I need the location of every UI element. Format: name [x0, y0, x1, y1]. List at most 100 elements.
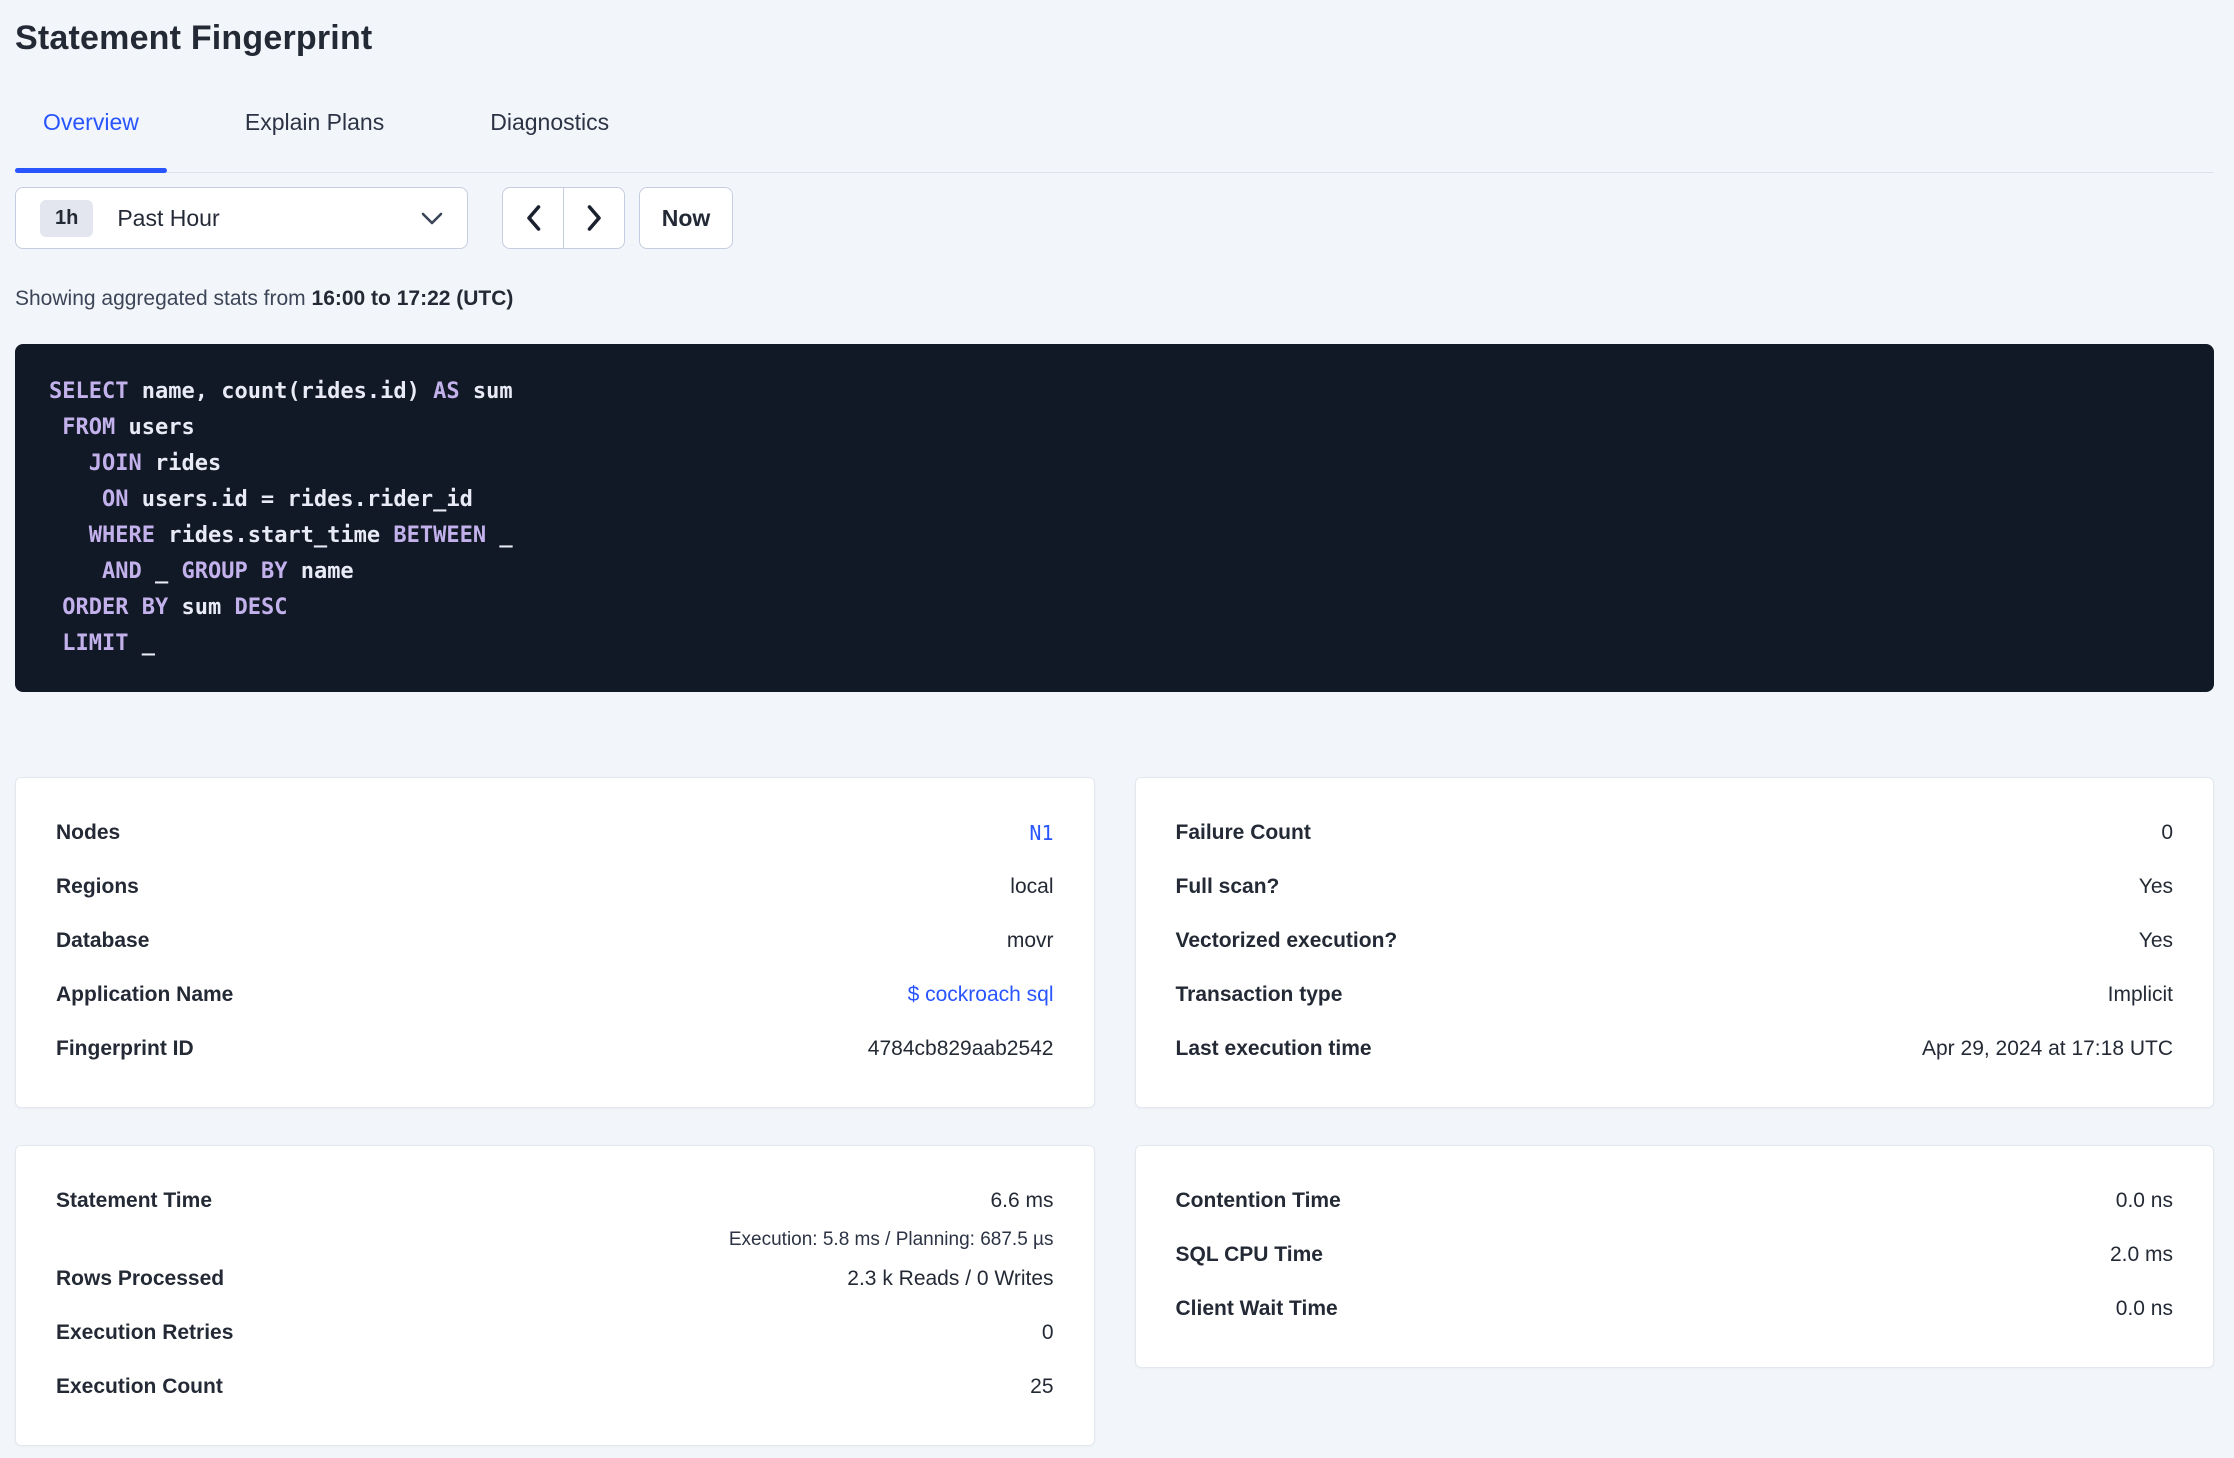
sql-keyword: JOIN: [88, 451, 142, 476]
sql-text: users.id = rides.rider_id: [128, 487, 473, 512]
stat-row: Transaction type Implicit: [1176, 968, 2174, 1022]
stat-label: Nodes: [56, 821, 121, 844]
stat-label: Fingerprint ID: [56, 1037, 194, 1060]
stat-value: 25: [1030, 1375, 1054, 1398]
stat-row: Fingerprint ID 4784cb829aab2542: [56, 1022, 1054, 1076]
stat-label: Execution Count: [56, 1375, 223, 1398]
page-title: Statement Fingerprint: [15, 19, 373, 57]
stat-value-link[interactable]: N1: [1029, 821, 1053, 845]
stat-row: Nodes N1: [56, 806, 1054, 860]
sql-keyword: GROUP BY: [181, 559, 288, 584]
sql-text: name, count(rides.id): [128, 379, 434, 404]
sql-keyword: BETWEEN: [393, 523, 487, 548]
stat-value: 6.6 ms: [990, 1189, 1054, 1212]
stat-label: Database: [56, 929, 150, 952]
stat-label: Failure Count: [1175, 821, 1311, 844]
sql-text: rides.start_time: [154, 523, 394, 548]
stat-row: Execution Retries 0: [56, 1306, 1054, 1360]
stat-label: Execution Retries: [56, 1321, 234, 1344]
stat-value: 0: [1041, 1321, 1054, 1344]
stat-value: Yes: [2138, 875, 2173, 898]
stat-value: 0.0 ns: [2115, 1189, 2173, 1212]
sql-text: name: [287, 559, 354, 584]
next-time-button[interactable]: [563, 187, 625, 249]
sql-keyword: WHERE: [88, 523, 155, 548]
stat-subtext: Execution: 5.8 ms / Planning: 687.5 µs: [728, 1229, 1054, 1250]
stat-value: 2.3 k Reads / 0 Writes: [847, 1267, 1054, 1290]
sql-line: ORDER BY sum DESC: [49, 590, 2180, 626]
stat-label: Full scan?: [1175, 875, 1280, 898]
stat-value: 0.0 ns: [2115, 1297, 2173, 1320]
tab-bar: Overview Explain Plans Diagnostics: [15, 107, 2214, 173]
chevron-left-icon: [525, 204, 542, 232]
sql-line: JOIN rides: [49, 446, 2180, 482]
time-range-badge: 1h: [40, 199, 94, 237]
stat-value: Implicit: [2107, 983, 2173, 1006]
stat-value: Apr 29, 2024 at 17:18 UTC: [1922, 1037, 2173, 1060]
stat-row: Database movr: [56, 914, 1054, 968]
stat-row: Application Name $ cockroach sql: [56, 968, 1054, 1022]
tab-explain-plans[interactable]: Explain Plans: [217, 107, 412, 172]
stat-value: 0: [2161, 821, 2173, 844]
stat-label: SQL CPU Time: [1175, 1243, 1323, 1266]
sql-text: users: [115, 415, 195, 440]
stat-value: Yes: [2138, 929, 2173, 952]
stats-cards-grid: Nodes N1 Regions local Database movr Applicati…: [15, 777, 2214, 1446]
tab-overview[interactable]: Overview: [15, 107, 167, 173]
time-range-dropdown[interactable]: 1h Past Hour: [15, 187, 468, 249]
chevron-down-icon: [421, 212, 443, 225]
sql-line: WHERE rides.start_time BETWEEN _: [49, 518, 2180, 554]
stat-label: Last execution time: [1175, 1037, 1372, 1060]
sql-statement-box: SELECT name, count(rides.id) AS sum FROM…: [15, 344, 2214, 692]
stat-row: Execution Count 25: [56, 1360, 1054, 1414]
stat-value: 2.0 ms: [2109, 1243, 2173, 1266]
overview-details-left-card: Nodes N1 Regions local Database movr Applicati…: [15, 777, 1095, 1108]
execution-stats-right-card: Contention Time 0.0 ns SQL CPU Time 2.0 ms C…: [1134, 1145, 2214, 1368]
tab-diagnostics[interactable]: Diagnostics: [462, 107, 637, 172]
stat-row: Contention Time 0.0 ns: [1176, 1174, 2174, 1228]
sql-text: _: [141, 559, 182, 584]
stat-value: movr: [1006, 929, 1054, 952]
stat-row: Failure Count 0: [1176, 806, 2174, 860]
sql-keyword: AS: [433, 379, 460, 404]
summary-time-range: 16:00 to 17:22 (UTC): [311, 287, 514, 310]
stat-row: SQL CPU Time 2.0 ms: [1176, 1228, 2174, 1282]
previous-time-button[interactable]: [502, 187, 564, 249]
sql-keyword: LIMIT: [62, 631, 129, 656]
sql-line: SELECT name, count(rides.id) AS sum: [49, 374, 2180, 410]
stat-row: Vectorized execution? Yes: [1176, 914, 2174, 968]
stat-label: Application Name: [56, 983, 234, 1006]
sql-keyword: DESC: [234, 595, 288, 620]
stat-label: Rows Processed: [56, 1267, 225, 1290]
stat-label: Transaction type: [1175, 983, 1343, 1006]
sql-line: AND _ GROUP BY name: [49, 554, 2180, 590]
time-toolbar: 1h Past Hour Now: [15, 187, 2214, 249]
now-button[interactable]: Now: [639, 187, 733, 249]
statement-fingerprint-page: Statement Fingerprint Overview Explain P…: [0, 0, 2234, 1446]
sql-text: sum: [168, 595, 235, 620]
sql-line: ON users.id = rides.rider_id: [49, 482, 2180, 518]
stat-value: 4784cb829aab2542: [867, 1037, 1054, 1060]
sql-text: sum: [459, 379, 513, 404]
chevron-right-icon: [586, 204, 603, 232]
sql-keyword: ORDER BY: [62, 595, 169, 620]
sql-text: _: [486, 523, 513, 548]
stat-value: local: [1010, 875, 1054, 898]
stat-label: Client Wait Time: [1175, 1297, 1338, 1320]
sql-keyword: ON: [101, 487, 129, 512]
sql-text: rides: [141, 451, 222, 476]
sql-text: _: [128, 631, 155, 656]
stat-row: Statement Time 6.6 ms Execution: 5.8 ms / …: [56, 1174, 1054, 1252]
stat-value-link[interactable]: $ cockroach sql: [908, 983, 1054, 1007]
sql-keyword: FROM: [62, 415, 116, 440]
time-step-button-group: [502, 187, 625, 249]
execution-stats-left-card: Statement Time 6.6 ms Execution: 5.8 ms / …: [15, 1145, 1095, 1446]
stat-label: Regions: [56, 875, 139, 898]
